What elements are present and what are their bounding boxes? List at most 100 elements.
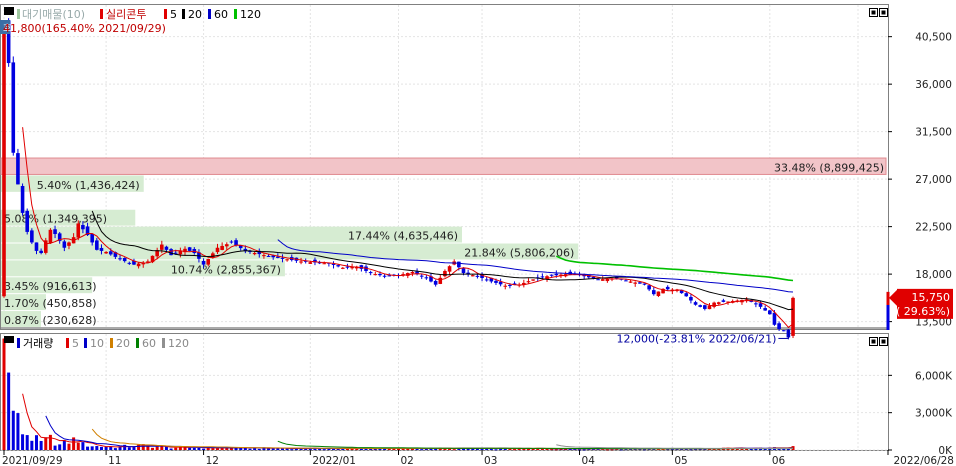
volume-menu-icon[interactable] <box>4 336 14 343</box>
legend-swatch-profile <box>17 9 20 19</box>
candle-body-94 <box>438 277 443 284</box>
volume-bar-110 <box>513 449 517 451</box>
candle-body-79 <box>368 272 373 274</box>
volume-bar-12 <box>58 444 62 450</box>
candle-body-36 <box>169 249 173 256</box>
volume-bar-60 <box>280 448 284 450</box>
candle-body-16 <box>76 223 81 238</box>
volume-bar-62 <box>290 449 294 451</box>
candle-body-130 <box>605 278 610 282</box>
date-tick-label-7: 05 <box>674 455 687 466</box>
candle-body-162 <box>754 303 758 305</box>
date-tick-label-8: 06 <box>772 455 786 466</box>
volume-bar-10 <box>48 434 52 450</box>
volume-bar-37 <box>174 447 178 450</box>
date-tick-label-9: 2022/06/28 <box>893 455 954 466</box>
candle-body-155 <box>721 300 726 302</box>
restore-icon-inner <box>871 10 876 15</box>
candle-body-152 <box>707 305 712 310</box>
current-price-pointer <box>889 289 897 306</box>
volume-tick-label-1: 3,000K <box>915 408 953 420</box>
candle-body-99 <box>461 268 466 274</box>
candle-body-35 <box>164 246 169 250</box>
legend-vma-swatch-1 <box>84 338 87 348</box>
volume-bar-11 <box>53 445 57 450</box>
candle-body-104 <box>484 279 489 281</box>
profile-label-3: 17.44% (4,635,446) <box>348 230 458 243</box>
candle-body-10 <box>48 229 53 244</box>
volume-bar-119 <box>554 449 558 451</box>
profile-label-5: 10.74% (2,855,367) <box>171 263 281 276</box>
profile-label-1: 5.40% (1,436,424) <box>37 179 140 192</box>
volume-bar-68 <box>318 448 322 450</box>
legend-vma-label-2: 20 <box>116 337 130 350</box>
candle-body-88 <box>410 272 415 274</box>
volume-bar-53 <box>248 448 252 450</box>
date-tick-label-0: 2021/09/29 <box>2 455 63 466</box>
candle-body-34 <box>160 244 164 250</box>
menu-icon[interactable] <box>4 7 14 15</box>
candle-body-129 <box>600 279 605 281</box>
volume-bar-130 <box>605 449 609 451</box>
candle-body-29 <box>136 263 141 267</box>
volume-bar-33 <box>155 446 159 450</box>
volume-pane <box>0 333 889 451</box>
candle-body-23 <box>108 251 113 255</box>
volume-bar-8 <box>39 440 43 450</box>
candle-body-14 <box>67 242 71 246</box>
candle-body-109 <box>508 284 512 286</box>
candle-body-48 <box>224 244 229 247</box>
volume-bar-41 <box>192 448 196 450</box>
low-note: 12,000(-23.81% 2022/06/21) <box>616 332 776 345</box>
volume-bar-5 <box>25 435 29 450</box>
candle-body-167 <box>777 323 781 329</box>
legend-profile-label: 대기매물(10) <box>22 8 85 21</box>
close-icon-inner <box>881 10 886 15</box>
candle-body-82 <box>382 275 387 277</box>
volume-bar-76 <box>355 449 359 451</box>
volume-bar-32 <box>151 447 155 450</box>
candle-body-164 <box>763 308 767 311</box>
candle-body-60 <box>280 257 285 259</box>
candle-body-108 <box>503 285 508 287</box>
candle-body-151 <box>703 305 707 309</box>
volume-title: 거래량 <box>23 337 53 350</box>
candle-body-165 <box>768 310 772 315</box>
candle-body-61 <box>285 259 289 261</box>
volume-bar-43 <box>202 448 206 450</box>
volume-bar-117 <box>545 448 549 450</box>
date-tick-label-6: 04 <box>582 455 596 466</box>
volume-bar-46 <box>216 448 219 450</box>
candle-body-44 <box>206 258 211 265</box>
candle-body-147 <box>684 293 689 297</box>
volume-bar-17 <box>81 442 85 450</box>
candle-body-93 <box>433 280 438 285</box>
candle-body-45 <box>211 253 215 258</box>
volume-bar-125 <box>582 449 586 451</box>
candle-body-40 <box>187 247 192 251</box>
legend-volume-swatch <box>17 338 20 348</box>
candle-body-168 <box>781 330 786 332</box>
candle-body-7 <box>34 242 39 251</box>
volume-bar-18 <box>86 446 90 450</box>
candle-body-47 <box>220 245 224 250</box>
legend-vma-label-3: 60 <box>142 337 156 350</box>
volume-bar-21 <box>99 446 103 450</box>
candle-body-2 <box>11 62 16 153</box>
candle-body-101 <box>470 275 475 277</box>
candle-body-0 <box>2 22 6 297</box>
stock-chart: 33.48% (8,899,425) 5.40% (1,436,424) 5.08%… <box>0 4 954 466</box>
candle-body-90 <box>419 275 424 277</box>
candle-body-116 <box>540 276 545 278</box>
candle-body-150 <box>698 305 702 307</box>
price-tick-label-5: 18,000 <box>915 269 952 281</box>
candle-body-135 <box>628 281 633 283</box>
candle-body-26 <box>122 257 127 262</box>
legend-vma-swatch-3 <box>136 338 139 348</box>
candle-body-69 <box>322 263 327 265</box>
candle-body-19 <box>90 233 94 243</box>
candle-body-102 <box>475 275 480 277</box>
price-tick-label-0: 40,500 <box>915 32 952 44</box>
date-tick-label-3: 2022/01 <box>312 455 356 466</box>
volume-bar-93 <box>434 448 438 450</box>
